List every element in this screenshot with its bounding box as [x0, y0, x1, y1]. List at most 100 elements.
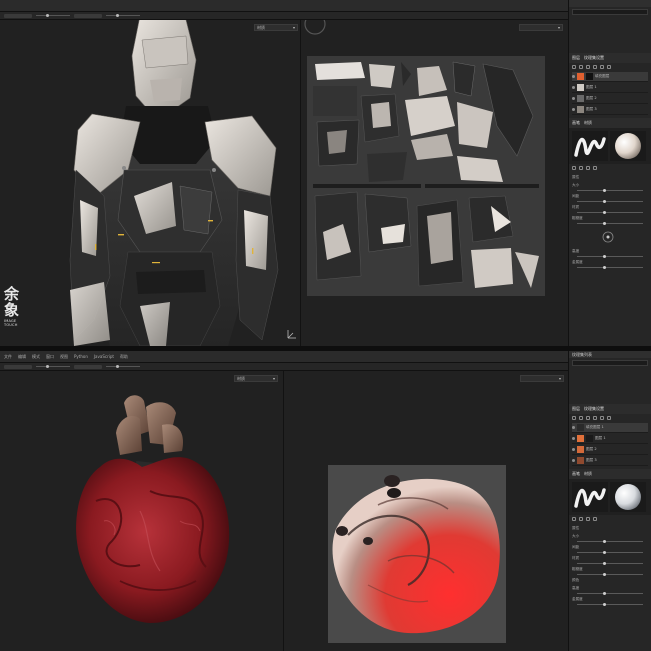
material-sphere-preview: [610, 131, 646, 161]
layer-row[interactable]: 图层 1: [572, 83, 648, 93]
logo-tagline: IMAGE TOUCH: [4, 319, 18, 327]
layer-thumbnail: [577, 446, 584, 453]
visibility-eye-icon[interactable]: [572, 426, 575, 429]
visibility-eye-icon[interactable]: [572, 459, 575, 462]
prop-tab-icon[interactable]: [586, 517, 590, 521]
add-effect-icon[interactable]: [593, 416, 597, 420]
flow-field[interactable]: [74, 13, 102, 18]
prop-tab-icon[interactable]: [586, 166, 590, 170]
menu-javascript[interactable]: JavaScript: [94, 354, 114, 359]
angle-dial-icon[interactable]: [601, 230, 615, 244]
layer-row[interactable]: 填充图层: [572, 72, 648, 82]
tab-brush[interactable]: 画笔: [572, 471, 580, 477]
menu-view[interactable]: 视图: [60, 354, 68, 360]
flow-slider[interactable]: [106, 365, 140, 368]
material-prop-slider[interactable]: [577, 211, 643, 214]
prop-tab-icon[interactable]: [572, 517, 576, 521]
size-prop-slider[interactable]: [577, 189, 643, 192]
layer-tabs: 图层 纹理集设置: [569, 53, 651, 63]
menu-file[interactable]: 文件: [4, 354, 12, 360]
prop-tab-icon[interactable]: [579, 517, 583, 521]
heart-model-3d: [76, 395, 230, 623]
menu-window[interactable]: 窗口: [46, 354, 54, 360]
roughness-prop-slider[interactable]: [577, 222, 643, 225]
roughness-prop-slider[interactable]: [577, 573, 643, 576]
viewport-2d[interactable]: [284, 371, 568, 651]
visibility-eye-icon[interactable]: [572, 86, 575, 89]
layer-toolbar: [569, 63, 651, 71]
texture-set-field[interactable]: [572, 9, 648, 15]
layer-row[interactable]: 图层 3: [572, 105, 648, 115]
add-mask-icon[interactable]: [586, 65, 590, 69]
prop-tab-icon[interactable]: [572, 166, 576, 170]
heart-texture-preview: [328, 465, 506, 643]
add-mask-icon[interactable]: [586, 416, 590, 420]
texture-set-field[interactable]: [572, 360, 648, 366]
spacing-prop-slider[interactable]: [577, 200, 643, 203]
height-prop-slider[interactable]: [577, 255, 643, 258]
visibility-eye-icon[interactable]: [572, 97, 575, 100]
flow-slider[interactable]: [106, 14, 140, 17]
layer-row[interactable]: 填充图层 1: [572, 423, 648, 433]
menu-mode[interactable]: 模式: [32, 354, 40, 360]
menu-edit[interactable]: 编辑: [18, 354, 26, 360]
tab-layers[interactable]: 图层: [572, 55, 580, 61]
visibility-eye-icon[interactable]: [572, 108, 575, 111]
prop-label: 金属度: [572, 597, 583, 601]
size-prop-slider[interactable]: [577, 540, 643, 543]
visibility-eye-icon[interactable]: [572, 448, 575, 451]
metallic-prop-slider[interactable]: [577, 603, 643, 606]
size-slider[interactable]: [36, 365, 70, 368]
add-fill-icon[interactable]: [579, 416, 583, 420]
prop-label: 属性: [572, 526, 580, 530]
add-layer-icon[interactable]: [572, 416, 576, 420]
layer-row[interactable]: 图层 2: [572, 445, 648, 455]
add-layer-icon[interactable]: [572, 65, 576, 69]
trash-icon[interactable]: [607, 416, 611, 420]
folder-icon[interactable]: [600, 416, 604, 420]
folder-icon[interactable]: [600, 65, 604, 69]
menu-python[interactable]: Python: [74, 354, 88, 359]
layer-thumbnail: [577, 84, 584, 91]
brush-stroke-preview: [572, 482, 608, 512]
add-fill-icon[interactable]: [579, 65, 583, 69]
visibility-eye-icon[interactable]: [572, 75, 575, 78]
tab-layers[interactable]: 图层: [572, 406, 580, 412]
viewport-3d[interactable]: 材质: [0, 371, 283, 651]
viewport-3d[interactable]: 材质: [0, 20, 300, 346]
tab-material[interactable]: 材质: [584, 471, 592, 477]
visibility-eye-icon[interactable]: [572, 437, 575, 440]
property-icons: [569, 515, 651, 523]
prop-label: 材质: [572, 205, 580, 209]
size-field[interactable]: [4, 364, 32, 369]
size-field[interactable]: [4, 13, 32, 18]
metallic-prop-slider[interactable]: [577, 266, 643, 269]
tab-texture-settings[interactable]: 纹理集设置: [584, 406, 604, 412]
height-prop-slider[interactable]: [577, 592, 643, 595]
add-effect-icon[interactable]: [593, 65, 597, 69]
size-slider[interactable]: [36, 14, 70, 17]
tab-material[interactable]: 材质: [584, 120, 592, 126]
prop-tab-icon[interactable]: [593, 517, 597, 521]
prop-tab-icon[interactable]: [579, 166, 583, 170]
layer-row[interactable]: 图层 3: [572, 456, 648, 466]
spacing-prop-slider[interactable]: [577, 551, 643, 554]
layer-thumbnail: [577, 106, 584, 113]
prop-tab-icon[interactable]: [593, 166, 597, 170]
uv-mode-dropdown[interactable]: [519, 24, 563, 31]
flow-field[interactable]: [74, 364, 102, 369]
layer-row[interactable]: 图层 1: [572, 434, 648, 444]
trash-icon[interactable]: [607, 65, 611, 69]
uv-mode-dropdown[interactable]: [520, 375, 564, 382]
tab-texture-settings[interactable]: 纹理集设置: [584, 55, 604, 61]
viewport-2d[interactable]: [301, 20, 568, 346]
tab-brush[interactable]: 画笔: [572, 120, 580, 126]
top-layers-panel: 图层 纹理集设置 填充图层 图层 1 图层 2 图层 3 画笔 材质 属性 大小…: [568, 0, 651, 346]
layer-row[interactable]: 图层 2: [572, 94, 648, 104]
brush-material-previews: [569, 479, 651, 515]
material-prop-slider[interactable]: [577, 562, 643, 565]
layer-thumbnail: [577, 73, 584, 80]
top-painter-window: 材质 ▾ ▾ 图层 纹理集设置 填充图层 图层 1 图层 2 图层 3 画笔 材…: [0, 0, 651, 346]
layer-name: 图层 1: [595, 436, 606, 440]
menu-help[interactable]: 帮助: [120, 354, 128, 360]
